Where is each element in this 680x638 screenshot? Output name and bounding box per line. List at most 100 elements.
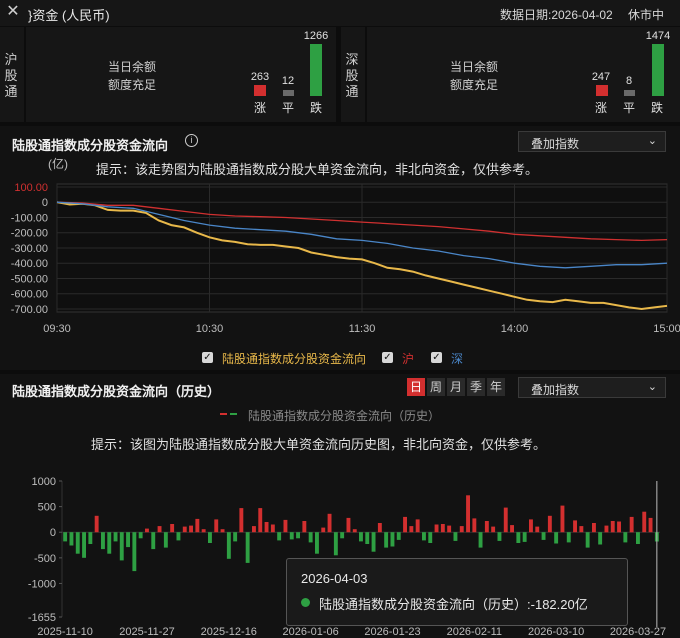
summary-shenzhen: 深股通 当日余额 额度充足 247 涨 8 平 1474 跌 <box>341 27 680 122</box>
bar <box>126 532 130 548</box>
bar <box>516 532 521 543</box>
bar <box>283 519 288 533</box>
history-title: 陆股通指数成分股资金流向（历史） <box>12 384 221 399</box>
bar <box>409 526 414 533</box>
bar <box>642 511 647 533</box>
bar <box>245 532 250 563</box>
x-tick-label: 09:30 <box>43 323 71 335</box>
divider <box>365 27 367 122</box>
quota-value: 额度充足 <box>108 78 157 92</box>
bar <box>82 532 86 558</box>
overlay-index-select[interactable]: 叠加指数 ⌄ <box>518 131 666 152</box>
flat-count: 12 <box>281 75 295 87</box>
overlay-index-select[interactable]: 叠加指数 ⌄ <box>518 377 666 398</box>
bar <box>182 526 187 533</box>
y-tick-label: -600.00 <box>11 289 48 301</box>
bar <box>264 522 269 533</box>
bar <box>333 532 338 556</box>
bar <box>101 532 105 550</box>
x-tick-label: 14:00 <box>501 323 529 335</box>
legend-sz-label: 深 <box>451 352 464 366</box>
bar <box>510 525 514 533</box>
flat-label: 平 <box>281 101 294 115</box>
select-value: 叠加指数 <box>531 137 580 151</box>
bar <box>88 532 93 544</box>
bar <box>258 508 263 533</box>
intraday-title: 陆股通指数成分股资金流向 <box>12 138 169 153</box>
bar <box>214 519 219 533</box>
tooltip-value: -182.20亿 <box>530 597 588 612</box>
y-tick-label: -300.00 <box>11 243 48 255</box>
legend-sh-label: 沪 <box>402 352 415 366</box>
bar <box>396 532 401 540</box>
bar <box>327 513 332 533</box>
x-tick-label: 2025-11-27 <box>119 626 174 638</box>
bar <box>459 526 464 533</box>
y-tick-label: 100.00 <box>14 182 48 194</box>
bar <box>289 532 294 540</box>
tab-week[interactable]: 周 <box>427 378 445 396</box>
bar <box>377 523 382 533</box>
bar <box>403 516 407 533</box>
down-bar <box>652 44 664 96</box>
tab-month[interactable]: 月 <box>447 378 465 396</box>
bar <box>610 521 615 533</box>
bar <box>592 523 596 533</box>
bar <box>220 529 225 533</box>
bar <box>415 519 420 533</box>
bar <box>472 518 477 533</box>
bar <box>170 524 175 533</box>
summary-shanghai: 沪股通 当日余额 额度充足 263 涨 12 平 1266 跌 <box>0 27 336 122</box>
bar <box>566 532 571 543</box>
data-date: 数据日期:2026-04-02 <box>500 8 613 22</box>
bar <box>138 532 143 539</box>
flat-label: 平 <box>622 101 635 115</box>
tab-day[interactable]: 日 <box>407 378 425 396</box>
bar <box>636 532 640 544</box>
x-tick-label: 2026-03-27 <box>610 626 666 638</box>
tooltip: 2026-04-03 陆股通指数成分股资金流向（历史）:-182.20亿 <box>286 558 628 626</box>
tooltip-series: 陆股通指数成分股资金流向（历史） <box>319 597 528 612</box>
tab-year[interactable]: 年 <box>487 378 505 396</box>
bar <box>491 526 496 533</box>
x-tick-label: 2026-02-11 <box>447 626 502 638</box>
y-tick-label: 0 <box>50 527 56 539</box>
x-tick-label: 2026-03-10 <box>528 626 584 638</box>
legend-total-label: 陆股通指数成分股资金流向 <box>222 352 367 366</box>
bar <box>75 532 80 554</box>
bar <box>371 532 376 552</box>
bar <box>390 532 395 547</box>
bar <box>226 532 231 559</box>
bar <box>233 532 238 542</box>
bar <box>315 532 319 554</box>
bar <box>453 532 458 541</box>
checkbox-checked-icon: ✓ <box>202 352 213 363</box>
bar <box>151 532 156 550</box>
chevron-down-icon: ⌄ <box>647 135 657 147</box>
info-icon[interactable]: i <box>185 134 198 147</box>
y-tick-label: -1655 <box>28 612 56 624</box>
up-count: 263 <box>250 71 270 83</box>
checkbox-checked-icon: ✓ <box>431 352 442 363</box>
up-bar <box>254 85 266 96</box>
x-tick-label: 15:00 <box>653 323 680 335</box>
tab-quarter[interactable]: 季 <box>467 378 485 396</box>
bar <box>497 532 502 541</box>
tooltip-marker-icon <box>301 598 310 607</box>
close-icon[interactable]: ✕ <box>2 1 24 23</box>
bar <box>119 532 124 561</box>
y-tick-label: -700.00 <box>11 304 48 316</box>
bar <box>598 532 603 545</box>
tooltip-date: 2026-04-03 <box>301 571 368 586</box>
bar <box>535 526 540 533</box>
bar <box>359 532 363 542</box>
quota-title: 当日余额 <box>450 60 499 74</box>
summary-label: 深股通 <box>345 52 359 99</box>
down-count: 1266 <box>303 30 329 42</box>
bar <box>239 508 244 533</box>
chevron-down-icon: ⌄ <box>647 381 657 393</box>
bar <box>604 525 609 533</box>
y-tick-label: -400.00 <box>11 258 48 270</box>
x-tick-label: 2026-01-23 <box>364 626 420 638</box>
bar <box>629 516 634 533</box>
